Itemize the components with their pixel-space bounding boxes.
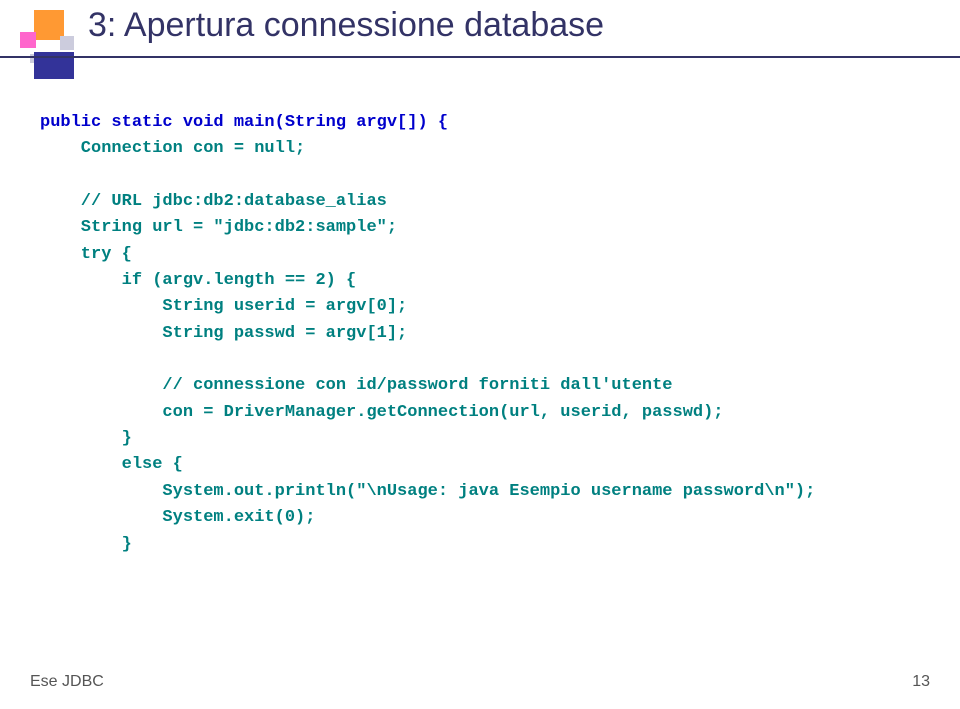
slide: 3: Apertura connessione database public … bbox=[0, 0, 960, 709]
code-line: else { bbox=[40, 455, 183, 474]
code-line: Connection con = null; bbox=[40, 139, 305, 158]
slide-footer: Ese JDBC 13 bbox=[30, 673, 930, 691]
code-line: } bbox=[40, 535, 132, 554]
code-line: String userid = argv[0]; bbox=[40, 297, 407, 316]
code-line: // connessione con id/password forniti d… bbox=[40, 376, 673, 395]
slide-header: 3: Apertura connessione database bbox=[0, 0, 960, 80]
code-line: String url = "jdbc:db2:sample"; bbox=[40, 218, 397, 237]
footer-left: Ese JDBC bbox=[30, 673, 104, 691]
code-line: String passwd = argv[1]; bbox=[40, 324, 407, 343]
code-line: public static void main(String argv[]) { bbox=[40, 113, 448, 132]
slide-title: 3: Apertura connessione database bbox=[88, 6, 604, 45]
title-underline bbox=[0, 56, 960, 58]
code-line: try { bbox=[40, 245, 132, 264]
page-number: 13 bbox=[912, 673, 930, 691]
square-pink-icon bbox=[20, 32, 36, 48]
code-block: public static void main(String argv[]) {… bbox=[40, 110, 920, 558]
code-line: con = DriverManager.getConnection(url, u… bbox=[40, 403, 724, 422]
code-line: } bbox=[40, 429, 132, 448]
code-line: // URL jdbc:db2:database_alias bbox=[40, 192, 387, 211]
slide-content: public static void main(String argv[]) {… bbox=[0, 80, 960, 558]
code-line: System.out.println("\nUsage: java Esempi… bbox=[40, 482, 815, 501]
square-gray-icon bbox=[60, 36, 74, 50]
code-line: System.exit(0); bbox=[40, 508, 315, 527]
code-line: if (argv.length == 2) { bbox=[40, 271, 356, 290]
